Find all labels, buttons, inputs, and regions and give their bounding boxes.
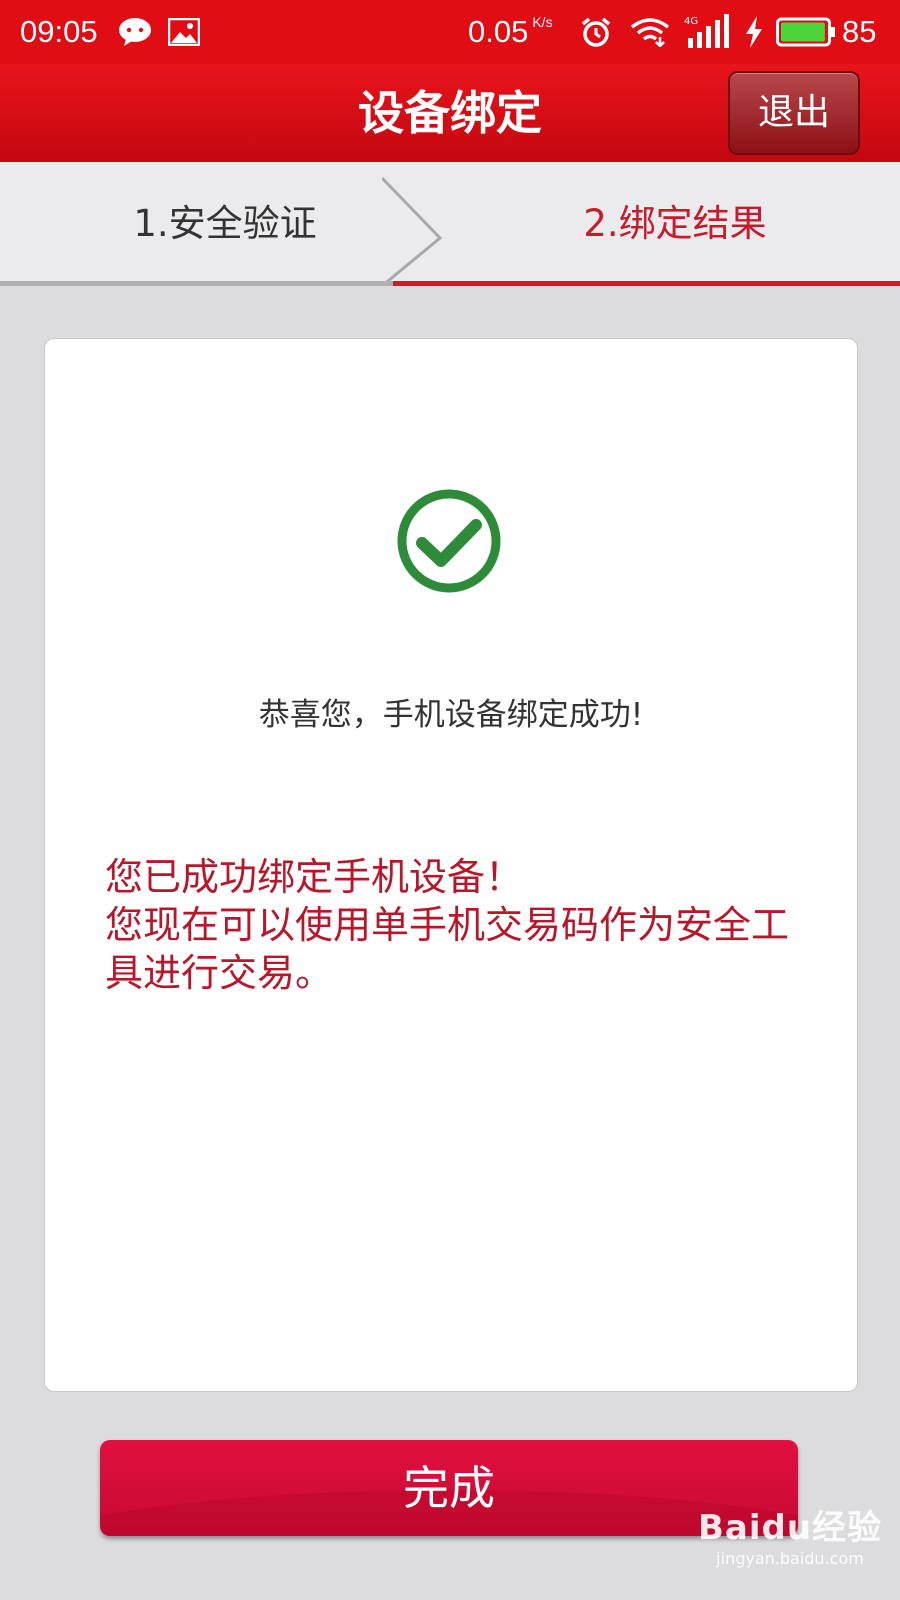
watermark-brand: Baidu经验: [697, 1508, 883, 1548]
baidu-jingyan-watermark: Baidu经验 jingyan.baidu.com: [690, 1500, 890, 1590]
alarm-icon: [580, 0, 612, 64]
chat-notification-icon: [118, 0, 152, 64]
title-bar: 设备绑定 退出: [0, 64, 900, 162]
step-binding-result: 2.绑定结果: [583, 202, 767, 245]
watermark-url: jingyan.baidu.com: [716, 1549, 864, 1568]
status-time: 09:05: [20, 14, 98, 49]
success-message: 恭喜您，手机设备绑定成功!: [258, 697, 644, 733]
battery-percent: 85: [842, 14, 877, 49]
battery-icon: [776, 0, 836, 64]
step-chevron-icon: [382, 176, 443, 286]
svg-text:4G: 4G: [684, 16, 698, 27]
status-bar: 09:05 0.05 K/s 4G 85: [0, 0, 900, 64]
result-card: 恭喜您，手机设备绑定成功! 您已成功绑定手机设备！ 您现在可以使用单手机交易码作…: [44, 338, 858, 1392]
step-underline-inactive: [0, 281, 393, 286]
network-speed: 0.05 K/s: [468, 14, 553, 49]
image-notification-icon: [168, 0, 200, 64]
step-underline-active: [393, 281, 900, 286]
info-message: 您已成功绑定手机设备！ 您现在可以使用单手机交易码作为安全工具进行交易。: [105, 855, 790, 995]
success-check-icon: [397, 489, 501, 593]
wifi-icon: [630, 0, 670, 64]
exit-button[interactable]: 退出: [728, 71, 860, 155]
charging-icon: [744, 0, 764, 64]
cellular-signal-icon: 4G: [684, 0, 732, 64]
done-button-label: 完成: [403, 1461, 495, 1515]
step-indicator: 1.安全验证 2.绑定结果: [0, 162, 900, 286]
